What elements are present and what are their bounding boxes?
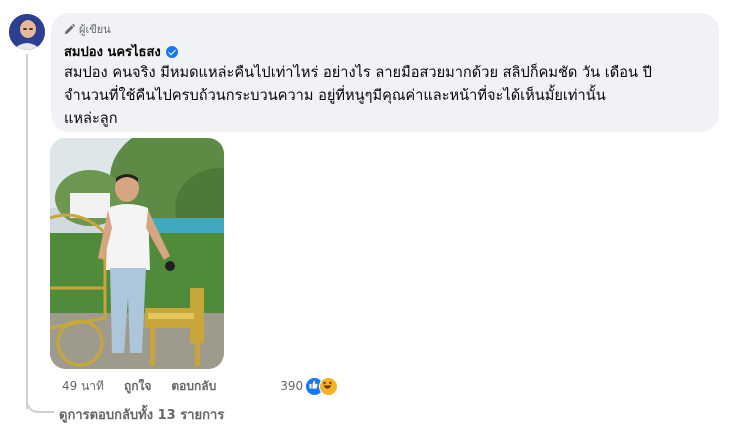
- author-name-row: สมปอง นครไธสง: [64, 41, 178, 62]
- pencil-icon: [64, 23, 75, 34]
- author-badge: ผู้เขียน: [64, 20, 111, 38]
- author-name[interactable]: สมปอง นครไธสง: [64, 41, 161, 62]
- comment-text: สมปอง คนจริง มีหมดแหล่ะคืนไปเท่าไหร่ อย่…: [64, 64, 652, 127]
- author-avatar[interactable]: [9, 14, 45, 50]
- author-badge-label: ผู้เขียน: [79, 23, 111, 36]
- reply-button[interactable]: ตอบกลับ: [171, 377, 216, 396]
- view-replies-link[interactable]: ดูการตอบกลับทั้ง 13 รายการ: [59, 404, 224, 425]
- thread-line: [26, 54, 28, 409]
- comment-bubble: ผู้เขียน สมปอง นครไธสง สมปอง คนจริง มีหม…: [51, 13, 719, 132]
- comment-actions: 49 นาที ถูกใจ ตอบกลับ 390: [62, 376, 339, 396]
- reaction-count[interactable]: 390: [280, 379, 303, 393]
- like-button[interactable]: ถูกใจ: [124, 377, 151, 396]
- thread-connector: [26, 395, 54, 413]
- comment-photo[interactable]: [50, 138, 224, 369]
- haha-icon[interactable]: [319, 376, 339, 396]
- comment-timestamp[interactable]: 49 นาที: [62, 377, 104, 396]
- verified-badge-icon: [165, 45, 178, 58]
